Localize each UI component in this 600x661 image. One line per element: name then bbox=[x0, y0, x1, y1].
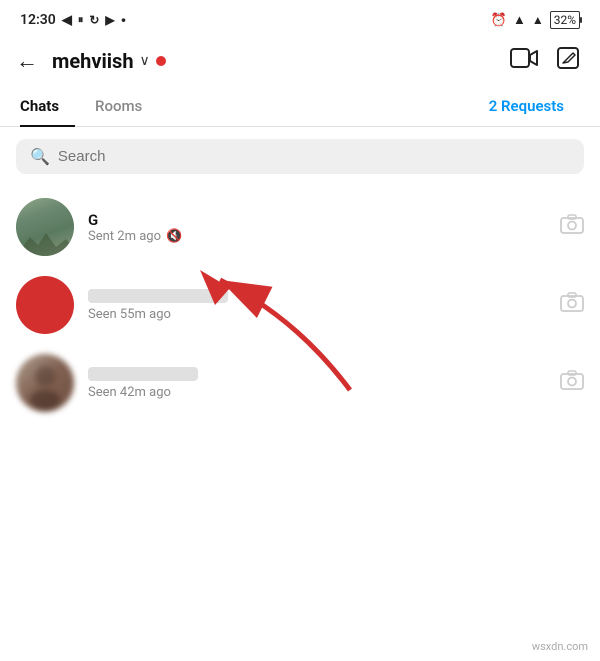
tab-requests[interactable]: 2 Requests bbox=[489, 87, 580, 127]
video-call-button[interactable] bbox=[510, 47, 538, 75]
muted-icon-1: 🔇 bbox=[166, 229, 182, 244]
wifi-icon: ▲ bbox=[513, 12, 526, 28]
status-icons: ⏰ ▲ ▲ 32% bbox=[491, 11, 580, 29]
camera-button-1[interactable] bbox=[560, 214, 584, 240]
camera-button-3[interactable] bbox=[560, 370, 584, 396]
compose-button[interactable] bbox=[556, 46, 580, 76]
youtube-icon: ▶ bbox=[105, 13, 114, 27]
chat-name-blur-2 bbox=[88, 289, 228, 303]
search-container: 🔍 bbox=[0, 127, 600, 182]
chat-name-blur-3 bbox=[88, 367, 198, 381]
header-right bbox=[510, 46, 580, 76]
header: ← mehviish ∨ bbox=[0, 36, 600, 86]
chat-item-2[interactable]: Seen 55m ago bbox=[0, 266, 600, 344]
chat-item-1[interactable]: G Sent 2m ago 🔇 bbox=[0, 188, 600, 266]
tab-rooms[interactable]: Rooms bbox=[95, 87, 158, 127]
online-indicator bbox=[156, 56, 166, 66]
chat-status-3: Seen 42m ago bbox=[88, 385, 546, 400]
search-bar: 🔍 bbox=[16, 139, 584, 174]
back-button[interactable]: ← bbox=[16, 48, 38, 74]
alarm-icon: ⏰ bbox=[491, 13, 507, 28]
navigation-icon: ◀ bbox=[62, 13, 72, 28]
chat-info-1: G Sent 2m ago 🔇 bbox=[88, 211, 546, 244]
chat-info-3: Seen 42m ago bbox=[88, 367, 546, 400]
avatar-2 bbox=[16, 276, 74, 334]
chat-list: G Sent 2m ago 🔇 Seen 55m ago bbox=[0, 182, 600, 428]
status-bar: 12:30 ◀ ⏸ ↻ ▶ • ⏰ ▲ ▲ 32% bbox=[0, 0, 600, 36]
chat-item-3[interactable]: Seen 42m ago bbox=[0, 344, 600, 422]
dropdown-icon[interactable]: ∨ bbox=[140, 53, 150, 69]
username-label: mehviish bbox=[52, 49, 134, 73]
battery-icon: 32% bbox=[550, 11, 580, 29]
chat-status-2: Seen 55m ago bbox=[88, 307, 546, 322]
tab-chats[interactable]: Chats bbox=[20, 87, 75, 127]
search-input[interactable] bbox=[58, 148, 570, 165]
avatar-1 bbox=[16, 198, 74, 256]
header-left: ← mehviish ∨ bbox=[16, 48, 166, 74]
chat-info-2: Seen 55m ago bbox=[88, 289, 546, 322]
pause-icon: ⏸ bbox=[78, 13, 84, 27]
username-row: mehviish ∨ bbox=[52, 49, 166, 73]
chat-name-1: G bbox=[88, 211, 546, 229]
camera-button-2[interactable] bbox=[560, 292, 584, 318]
chat-status-1: Sent 2m ago 🔇 bbox=[88, 229, 546, 244]
dot-icon: • bbox=[121, 11, 127, 30]
tabs-bar: Chats Rooms 2 Requests bbox=[0, 86, 600, 127]
avatar-3 bbox=[16, 354, 74, 412]
search-icon: 🔍 bbox=[30, 147, 50, 166]
signal-icon: ▲ bbox=[532, 13, 544, 27]
watermark: wsxdn.com bbox=[532, 640, 588, 653]
status-time: 12:30 ◀ ⏸ ↻ ▶ • bbox=[20, 11, 126, 30]
sync-icon: ↻ bbox=[89, 13, 99, 27]
time-display: 12:30 bbox=[20, 12, 56, 28]
